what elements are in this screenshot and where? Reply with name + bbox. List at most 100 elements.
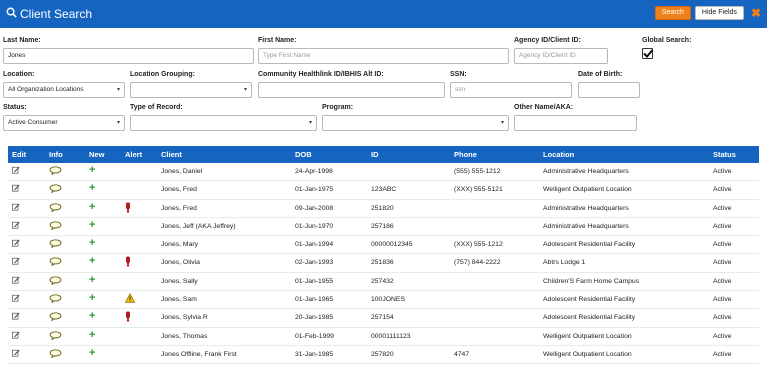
table-row[interactable]: + Jones, Olivia 02-Jan-1993 251836 (757) 844…	[8, 254, 759, 273]
column-header-edit[interactable]: Edit	[12, 150, 26, 159]
table-row[interactable]: + Jones Offline, Frank First 31-Jan-1985 25…	[8, 346, 759, 365]
client-location: Children'S Farm Home Campus	[543, 277, 640, 285]
new-plus-icon[interactable]: +	[89, 219, 95, 231]
client-name[interactable]: Jones, Daniel	[161, 168, 202, 175]
column-header-alert[interactable]: Alert	[125, 150, 142, 159]
location-grouping-select[interactable]: ▾	[130, 82, 252, 98]
info-speech-bubble-icon[interactable]	[49, 294, 62, 305]
ssn-input[interactable]: ssn	[450, 82, 572, 98]
new-plus-icon[interactable]: +	[89, 237, 95, 249]
edit-icon[interactable]	[12, 203, 20, 213]
title-bar: Client Search Search Hide Fields ✖	[0, 0, 767, 28]
status-value: Active Consumer	[8, 119, 58, 126]
client-name[interactable]: Jones, Olivia	[161, 259, 200, 266]
info-speech-bubble-icon[interactable]	[49, 312, 62, 323]
new-plus-icon[interactable]: +	[89, 274, 95, 286]
alert-exclamation-icon[interactable]	[125, 256, 131, 269]
client-dob: 01-Jun-1970	[295, 222, 334, 230]
client-name[interactable]: Jones, Fred	[161, 205, 197, 212]
edit-icon[interactable]	[12, 312, 20, 322]
new-plus-icon[interactable]: +	[89, 347, 95, 359]
agency-id-group: Agency ID/Client ID: Agency ID/Client ID	[514, 37, 608, 64]
alert-exclamation-icon[interactable]	[125, 202, 131, 215]
client-name[interactable]: Jones, Sally	[161, 278, 198, 285]
info-speech-bubble-icon[interactable]	[49, 202, 62, 214]
alert-exclamation-icon[interactable]	[125, 311, 131, 324]
community-id-input[interactable]	[258, 82, 445, 98]
agency-id-input[interactable]: Agency ID/Client ID	[514, 48, 608, 64]
client-dob: 20-Jan-1985	[295, 314, 334, 322]
info-speech-bubble-icon[interactable]	[49, 276, 62, 287]
edit-icon[interactable]	[12, 184, 20, 194]
new-plus-icon[interactable]: +	[89, 310, 95, 322]
info-speech-bubble-icon[interactable]	[49, 166, 62, 177]
table-row[interactable]: + Jones, Sally 01-Jan-1955 257432 Children'S…	[8, 273, 759, 292]
client-name[interactable]: Jones, Sylvia R	[161, 314, 208, 321]
client-name[interactable]: Jones Offline, Frank First	[161, 351, 237, 358]
client-name[interactable]: Jones, Thomas	[161, 333, 207, 340]
other-name-label: Other Name/AKA:	[514, 104, 574, 111]
client-name[interactable]: Jones, Sam	[161, 296, 197, 303]
table-row[interactable]: + Jones, Mary 01-Jan-1994 00000012345 (XXX) …	[8, 236, 759, 255]
table-row[interactable]: + Jones, Sam 01-Jan-1965 100JONES Adolescent…	[8, 291, 759, 310]
dob-input[interactable]	[578, 82, 640, 98]
location-select[interactable]: All Organization Locations ▾	[3, 82, 125, 98]
column-header-dob[interactable]: DOB	[295, 150, 312, 159]
search-form: Last Name: Jones First Name: Type First …	[0, 28, 767, 143]
edit-icon[interactable]	[12, 166, 20, 176]
last-name-input[interactable]: Jones	[3, 48, 254, 64]
edit-icon[interactable]	[12, 239, 20, 249]
type-of-record-select[interactable]: ▾	[130, 115, 317, 131]
chevron-down-icon: ▾	[500, 120, 504, 126]
info-speech-bubble-icon[interactable]	[49, 221, 62, 232]
table-row[interactable]: + Jones, Daniel 24-Apr-1998 (555) 555-1212 A…	[8, 163, 759, 182]
hide-fields-button[interactable]: Hide Fields	[694, 6, 744, 20]
table-row[interactable]: + Jones, Sylvia R 20-Jan-1985 257154 Adolesc…	[8, 309, 759, 328]
new-plus-icon[interactable]: +	[89, 182, 95, 194]
client-name[interactable]: Jones, Jeff (AKA Jeffrey)	[161, 223, 236, 230]
edit-icon[interactable]	[12, 294, 20, 304]
dob-label: Date of Birth:	[578, 71, 623, 78]
edit-icon[interactable]	[12, 349, 20, 359]
table-row[interactable]: + Jones, Fred 09-Jan-2008 251820 Administrat…	[8, 200, 759, 218]
new-plus-icon[interactable]: +	[89, 201, 95, 213]
search-button[interactable]: Search	[654, 6, 691, 20]
info-speech-bubble-icon[interactable]	[49, 184, 62, 195]
column-header-info[interactable]: Info	[49, 150, 63, 159]
edit-icon[interactable]	[12, 257, 20, 267]
client-name[interactable]: Jones, Fred	[161, 186, 197, 193]
edit-icon[interactable]	[12, 276, 20, 286]
program-select[interactable]: ▾	[322, 115, 509, 131]
info-speech-bubble-icon[interactable]	[49, 257, 62, 268]
status-select[interactable]: Active Consumer ▾	[3, 115, 125, 131]
edit-icon[interactable]	[12, 221, 20, 231]
alert-warning-icon[interactable]	[124, 292, 136, 305]
new-plus-icon[interactable]: +	[89, 292, 95, 304]
new-plus-icon[interactable]: +	[89, 164, 95, 176]
info-speech-bubble-icon[interactable]	[49, 330, 62, 342]
column-header-client[interactable]: Client	[161, 150, 182, 159]
global-search-checkbox[interactable]	[642, 48, 654, 59]
table-row[interactable]: + Jones, Fred 01-Jan-1975 123ABC (XXX) 555-5…	[8, 181, 759, 200]
column-header-id[interactable]: ID	[371, 150, 379, 159]
column-header-status[interactable]: Status	[713, 150, 736, 159]
column-header-phone[interactable]: Phone	[454, 150, 477, 159]
new-plus-icon[interactable]: +	[89, 255, 95, 267]
table-row[interactable]: + Jones, Jeff (AKA Jeffrey) 01-Jun-1970 257…	[8, 218, 759, 237]
info-speech-bubble-icon[interactable]	[49, 239, 62, 250]
client-name[interactable]: Jones, Mary	[161, 241, 198, 248]
table-row[interactable]: + Jones, Thomas 01-Feb-1999 00001111123 Well…	[8, 328, 759, 346]
close-icon[interactable]: ✖	[751, 7, 761, 19]
other-name-input[interactable]	[514, 115, 637, 131]
first-name-input[interactable]: Type First Name	[258, 48, 509, 64]
column-header-location[interactable]: Location	[543, 150, 574, 159]
info-speech-bubble-icon[interactable]	[49, 349, 62, 360]
column-header-new[interactable]: New	[89, 150, 104, 159]
dob-group: Date of Birth:	[578, 71, 640, 98]
client-dob: 01-Jan-1965	[295, 296, 334, 304]
new-plus-icon[interactable]: +	[89, 329, 95, 341]
status-label: Status:	[3, 104, 27, 111]
client-id: 257186	[371, 222, 394, 230]
edit-icon[interactable]	[12, 331, 20, 341]
page-title: Client Search	[20, 7, 93, 21]
